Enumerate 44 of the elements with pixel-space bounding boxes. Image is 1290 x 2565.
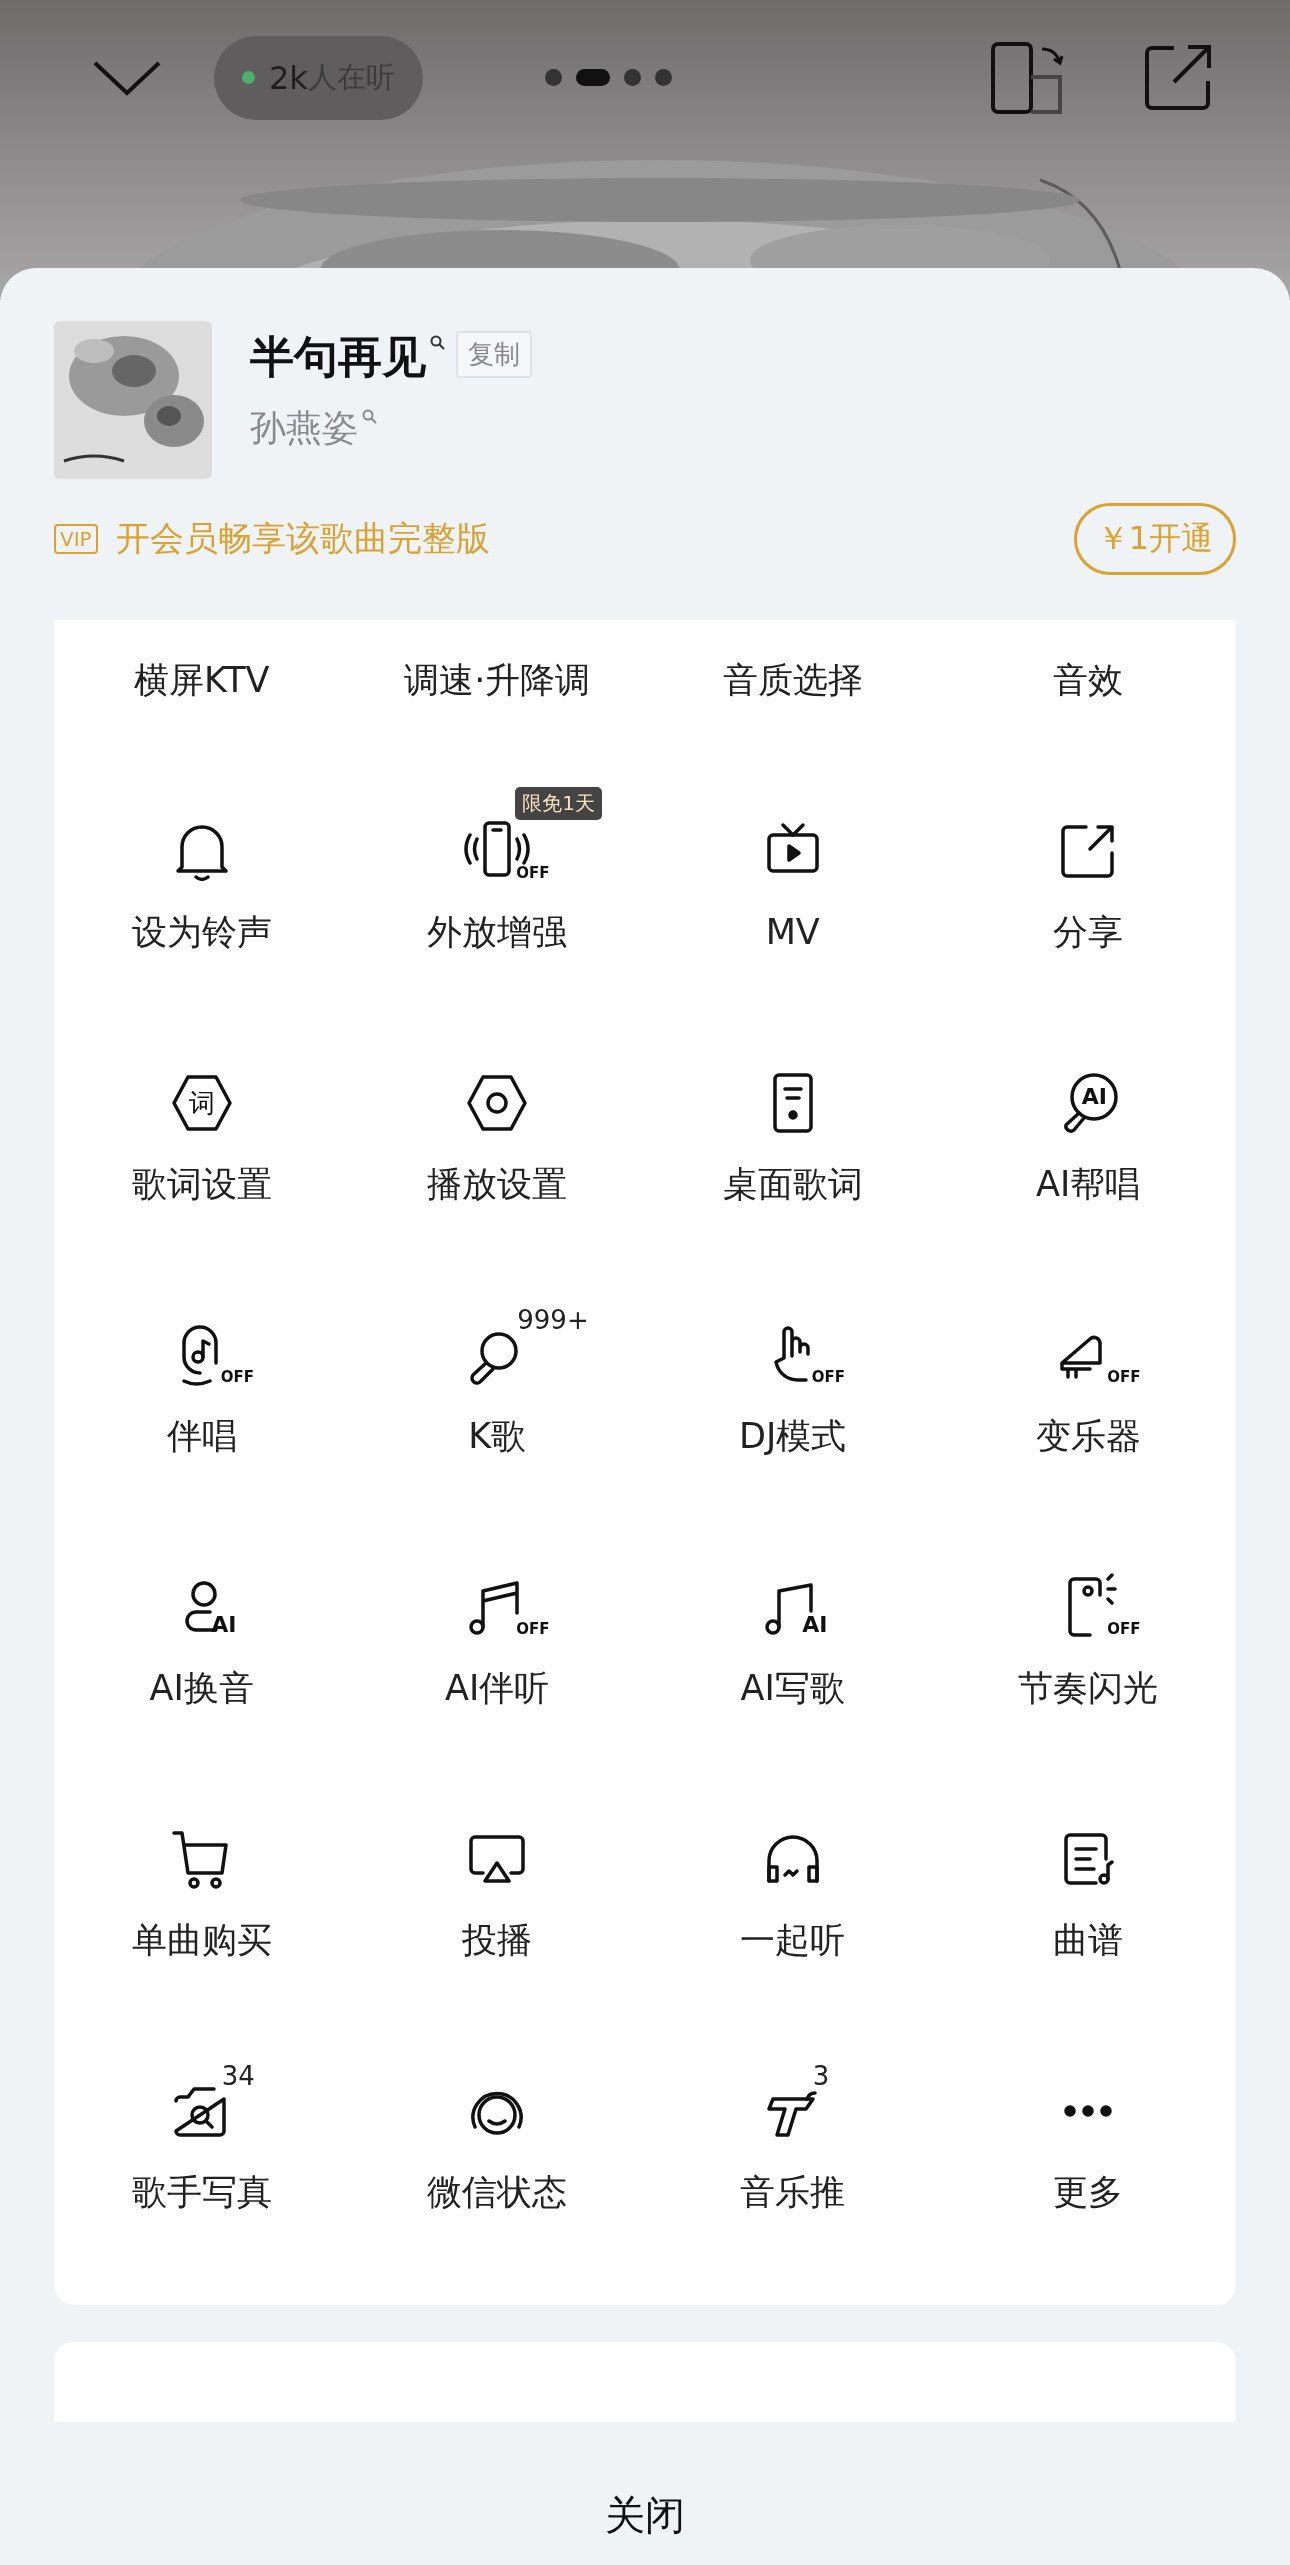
menu-item[interactable]: 34 歌手写真	[54, 2012, 350, 2264]
menu-item[interactable]: 播放设置	[349, 1004, 645, 1256]
more-icon	[1064, 2105, 1113, 2117]
menu-item[interactable]: 词 歌词设置	[54, 1004, 350, 1256]
menu-item[interactable]: 更多	[940, 2012, 1236, 2264]
menu-item[interactable]: OFF 伴唱	[54, 1256, 350, 1508]
close-button[interactable]: 关闭	[605, 2488, 685, 2543]
count-label: 3	[812, 2061, 830, 2091]
menu-item[interactable]: 调速·升降调	[349, 620, 645, 752]
share-icon[interactable]	[1144, 43, 1212, 112]
search-icon[interactable]	[430, 335, 446, 351]
menu-item[interactable]: 单曲购买	[54, 1760, 350, 2012]
hand-icon	[773, 1326, 812, 1384]
menu-item[interactable]: 3 音乐推	[645, 2012, 941, 2264]
menu-item[interactable]: AI AI写歌	[645, 1508, 941, 1760]
menu-item[interactable]: 一起听	[645, 1760, 941, 2012]
menu-item[interactable]: 音效	[940, 620, 1236, 752]
menu-item[interactable]: 限免1天 OFF 外放增强	[349, 752, 645, 1004]
icon-text: 词	[188, 1090, 215, 1116]
rotate-screen-icon[interactable]	[990, 40, 1066, 115]
icon-text: AI	[802, 1614, 828, 1636]
vip-badge: VIP	[54, 524, 98, 554]
menu-item[interactable]: 微信状态	[349, 2012, 645, 2264]
menu-item[interactable]: AI AI换音	[54, 1508, 350, 1760]
menu-item[interactable]: 桌面歌词	[645, 1004, 941, 1256]
menu-item[interactable]: AI AI帮唱	[940, 1004, 1236, 1256]
menu-item[interactable]: OFF AI伴听	[349, 1508, 645, 1760]
menu-item[interactable]: 横屏KTV	[54, 620, 350, 752]
song-title[interactable]: 半句再见	[250, 331, 426, 383]
menu-item[interactable]: OFF 节奏闪光	[940, 1508, 1236, 1760]
count-label: 999+	[517, 1305, 589, 1335]
icon-text: AI	[211, 1614, 237, 1636]
menu-item[interactable]: 投播	[349, 1760, 645, 2012]
menu-item[interactable]: OFF 变乐器	[940, 1256, 1236, 1508]
menu-item[interactable]: MV	[645, 752, 941, 1004]
icon-text: AI	[1081, 1086, 1107, 1108]
menu-item[interactable]: 曲谱	[940, 1760, 1236, 2012]
menu-item[interactable]: 999+ K歌	[349, 1256, 645, 1508]
menu-item[interactable]: OFF DJ模式	[645, 1256, 941, 1508]
menu-item[interactable]: 音质选择	[645, 620, 941, 752]
menu-item[interactable]: 设为铃声	[54, 752, 350, 1004]
count-label: 34	[221, 2061, 255, 2091]
menu-item[interactable]: 分享	[940, 752, 1236, 1004]
promo-tag: 限免1天	[515, 787, 602, 820]
